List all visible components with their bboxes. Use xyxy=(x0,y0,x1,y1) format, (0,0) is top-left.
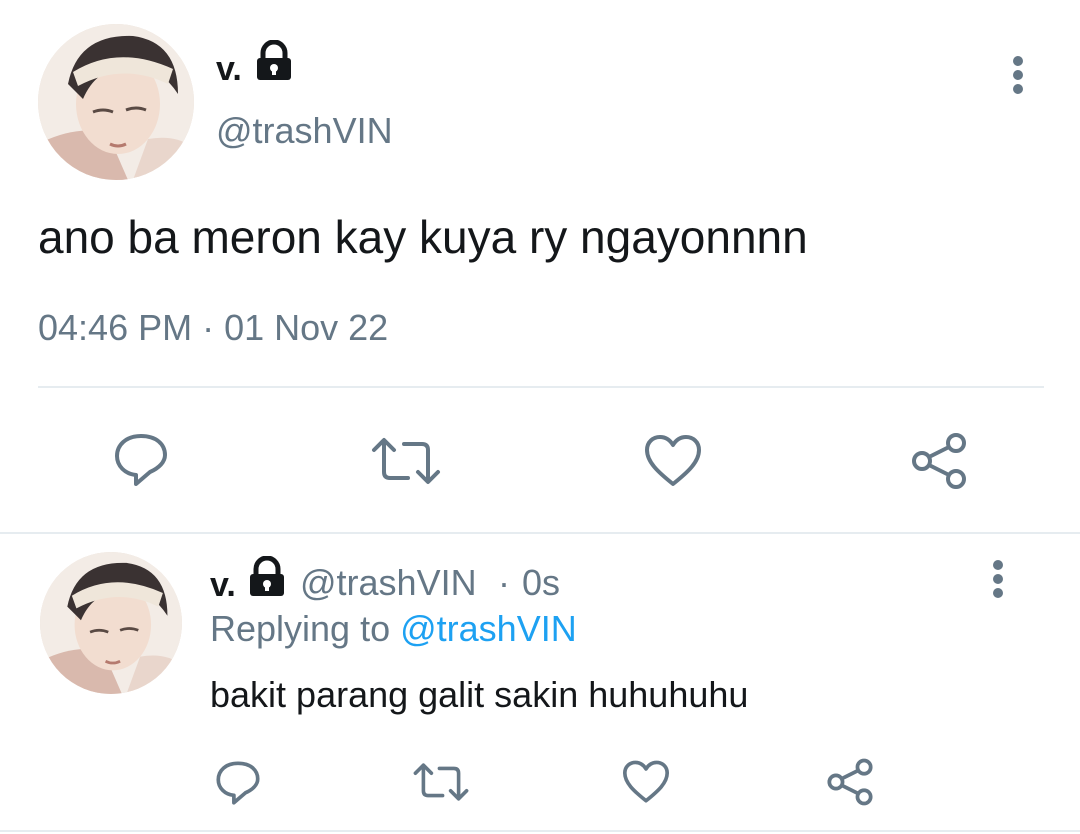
meta-separator: · xyxy=(498,562,510,603)
share-icon[interactable] xyxy=(910,432,968,490)
reply-display-name: v. xyxy=(210,566,236,604)
lock-icon xyxy=(253,40,295,82)
reply-icon[interactable] xyxy=(112,432,170,488)
tweet-text: ano ba meron kay kuya ry ngayonnnn xyxy=(38,211,808,263)
avatar[interactable] xyxy=(38,24,194,180)
divider xyxy=(38,386,1044,388)
time-ago: 0s xyxy=(522,562,561,603)
bottom-divider xyxy=(0,830,1080,832)
retweet-icon[interactable] xyxy=(370,436,442,486)
reply-text: bakit parang galit sakin huhuhuhu xyxy=(210,674,749,715)
retweet-icon[interactable] xyxy=(412,762,470,802)
like-icon[interactable] xyxy=(622,760,670,804)
timestamp: 04:46 PM · 01 Nov 22 xyxy=(38,307,389,348)
reply-handle[interactable]: @trashVIN xyxy=(300,562,477,604)
more-vertical-icon[interactable] xyxy=(984,558,1012,602)
section-divider xyxy=(0,532,1080,534)
lock-icon xyxy=(246,556,288,598)
like-icon[interactable] xyxy=(644,434,702,488)
more-vertical-icon[interactable] xyxy=(1004,54,1032,98)
handle[interactable]: @trashVIN xyxy=(216,110,393,152)
replying-handle-link[interactable]: @trashVIN xyxy=(400,608,577,649)
replying-to: Replying to @trashVIN xyxy=(210,608,577,650)
share-icon[interactable] xyxy=(826,758,874,806)
replying-prefix: Replying to xyxy=(210,608,391,649)
display-name: v. xyxy=(216,50,242,88)
reply-avatar[interactable] xyxy=(40,552,182,694)
reply-icon[interactable] xyxy=(214,760,262,806)
